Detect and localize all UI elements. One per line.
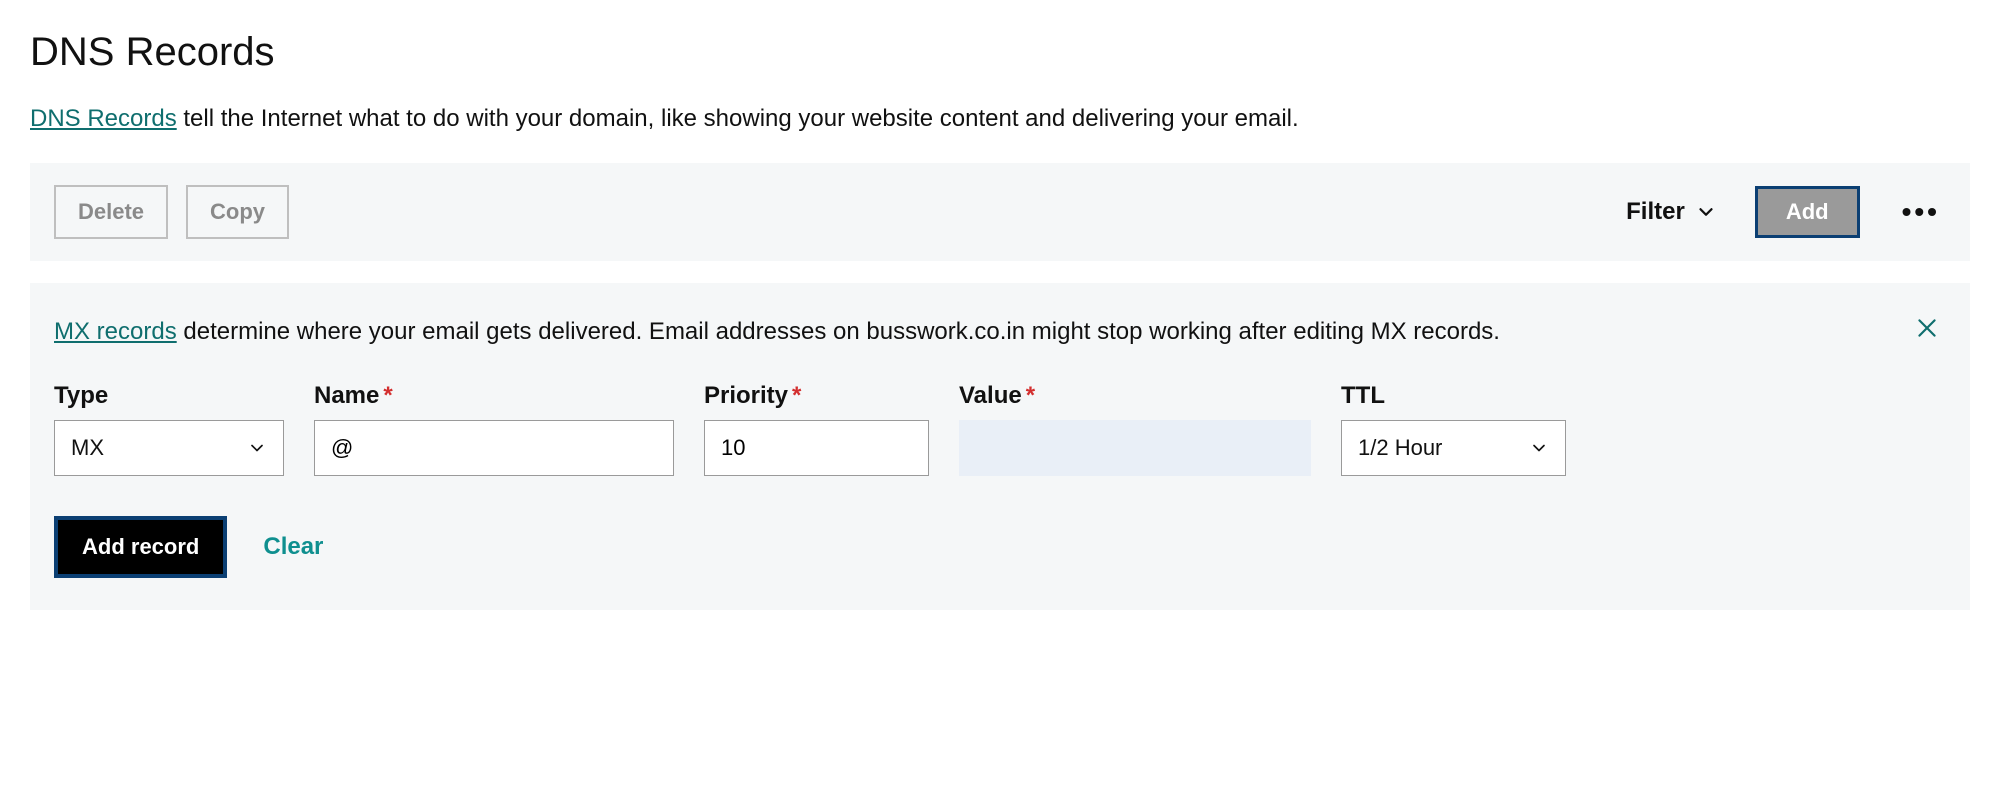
close-icon[interactable] (1908, 309, 1946, 354)
field-name: Name* (314, 382, 674, 476)
priority-label: Priority* (704, 382, 929, 410)
filter-dropdown[interactable]: Filter (1626, 198, 1717, 226)
field-priority: Priority* (704, 382, 929, 476)
mx-notice: MX records determine where your email ge… (54, 309, 1946, 354)
copy-button[interactable]: Copy (186, 185, 289, 239)
ttl-label: TTL (1341, 382, 1566, 410)
form-actions: Add record Clear (54, 516, 1946, 578)
add-button[interactable]: Add (1755, 186, 1860, 238)
dns-records-link[interactable]: DNS Records (30, 105, 177, 132)
page-description: DNS Records tell the Internet what to do… (30, 105, 1970, 133)
priority-input[interactable] (704, 420, 929, 476)
type-select[interactable]: MX (54, 420, 284, 476)
record-form-panel: MX records determine where your email ge… (30, 283, 1970, 610)
field-ttl: TTL 1/2 Hour (1341, 382, 1566, 476)
name-label: Name* (314, 382, 674, 410)
ttl-value: 1/2 Hour (1358, 435, 1442, 461)
ttl-select[interactable]: 1/2 Hour (1341, 420, 1566, 476)
delete-button[interactable]: Delete (54, 185, 168, 239)
name-input[interactable] (314, 420, 674, 476)
field-type: Type MX (54, 382, 284, 476)
mx-records-link[interactable]: MX records (54, 318, 177, 345)
type-label: Type (54, 382, 284, 410)
page-description-text: tell the Internet what to do with your d… (177, 105, 1299, 132)
value-label: Value* (959, 382, 1311, 410)
field-value: Value* (959, 382, 1311, 476)
chevron-down-icon (1695, 201, 1717, 223)
toolbar: Delete Copy Filter Add ••• (30, 163, 1970, 261)
value-input[interactable] (959, 420, 1311, 476)
page-title: DNS Records (30, 30, 1970, 75)
filter-label: Filter (1626, 198, 1685, 226)
clear-button[interactable]: Clear (263, 533, 323, 561)
field-row: Type MX Name* Priority* Value* (54, 382, 1946, 476)
more-options-icon[interactable]: ••• (1896, 196, 1946, 228)
type-value: MX (71, 435, 104, 461)
chevron-down-icon (247, 438, 267, 458)
add-record-button[interactable]: Add record (54, 516, 227, 578)
mx-notice-text: determine where your email gets delivere… (177, 318, 1500, 345)
chevron-down-icon (1529, 438, 1549, 458)
